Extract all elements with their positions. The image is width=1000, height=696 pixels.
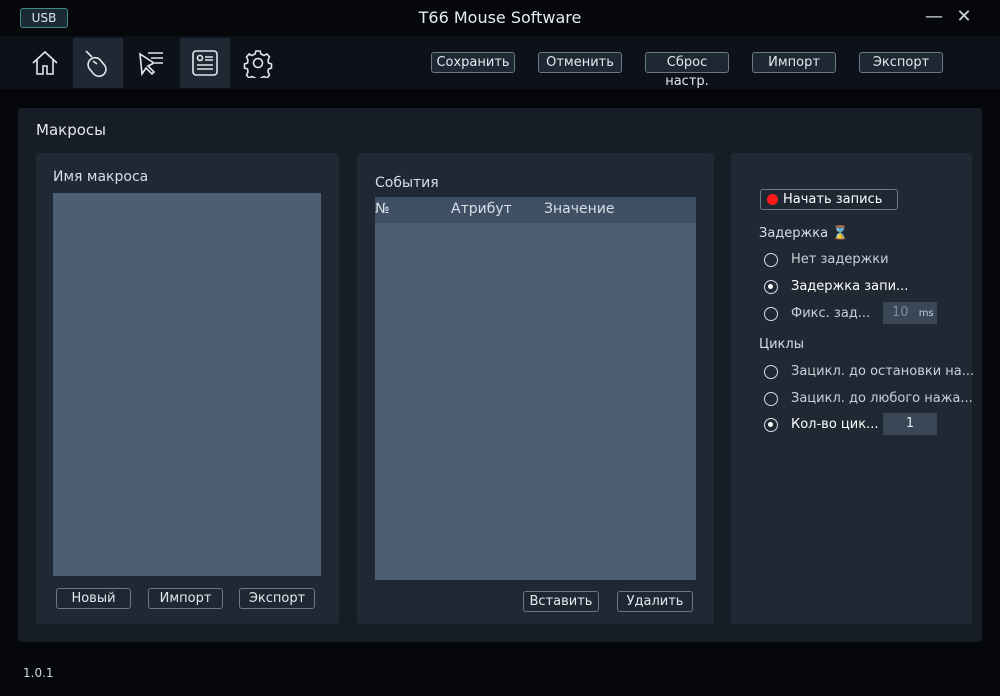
radio-icon [764, 252, 778, 267]
delay-option-none[interactable]: Нет задержки [764, 252, 889, 267]
col-value: Значение [544, 201, 615, 217]
cancel-button[interactable]: Отменить [538, 52, 622, 73]
start-record-button[interactable]: Начать запись [760, 189, 898, 210]
delete-button[interactable]: Удалить [617, 591, 693, 612]
close-button[interactable]: ✕ [952, 6, 976, 27]
version-label: 1.0.1 [23, 666, 54, 680]
delay-title-label: Задержка [759, 226, 829, 241]
col-number: № [375, 201, 390, 217]
radio-icon [764, 391, 778, 406]
nav-pointer[interactable] [126, 38, 176, 88]
radio-icon [764, 364, 778, 379]
events-title: События [375, 175, 439, 191]
cycle-option-until-stop[interactable]: Зацикл. до остановки на... [764, 364, 974, 379]
delay-option-fixed[interactable]: Фикс. зад... [764, 306, 870, 321]
radio-selected-icon [764, 279, 778, 294]
nav-macro[interactable] [180, 38, 230, 88]
events-table[interactable] [375, 197, 696, 580]
option-label: Фикс. зад... [791, 306, 871, 321]
nav-home[interactable] [20, 38, 70, 88]
delay-option-recorded[interactable]: Задержка запи... [764, 279, 908, 294]
radio-icon [764, 306, 778, 321]
col-attribute: Атрибут [451, 201, 512, 217]
record-panel [731, 153, 972, 624]
events-table-header: № Атрибут Значение [375, 197, 696, 223]
cycles-title: Циклы [759, 337, 804, 352]
option-label: Нет задержки [791, 252, 889, 267]
gear-icon [243, 50, 273, 78]
window-title: T66 Mouse Software [418, 8, 582, 27]
new-macro-button[interactable]: Новый [56, 588, 131, 609]
nav-mouse[interactable] [73, 38, 123, 88]
record-dot-icon [767, 194, 778, 205]
option-label: Зацикл. до остановки на... [791, 364, 975, 379]
radio-selected-icon [764, 417, 778, 432]
cycle-option-until-any-key[interactable]: Зацикл. до любого нажа... [764, 391, 973, 406]
hourglass-icon: ⌛ [832, 226, 849, 241]
nav-settings[interactable] [233, 38, 283, 88]
delay-unit: ms [918, 308, 934, 319]
macro-list-icon [192, 50, 218, 76]
fixed-delay-value: 10 [892, 305, 909, 320]
save-button[interactable]: Сохранить [431, 52, 515, 73]
import-button[interactable]: Импорт [752, 52, 836, 73]
macro-name-title: Имя макроса [53, 169, 149, 185]
cursor-list-icon [139, 52, 163, 77]
option-label: Кол-во цик... [791, 417, 879, 432]
cycle-count-input[interactable]: 1 [883, 413, 937, 435]
start-record-label: Начать запись [783, 192, 883, 207]
mouse-icon [85, 50, 107, 78]
section-title: Макросы [36, 121, 106, 139]
home-icon [32, 50, 58, 75]
option-label: Задержка запи... [791, 279, 909, 294]
minimize-button[interactable]: — [922, 6, 946, 27]
export-button[interactable]: Экспорт [859, 52, 943, 73]
macro-list[interactable] [53, 193, 321, 576]
delay-title: Задержка ⌛ [759, 226, 848, 241]
export-macro-button[interactable]: Экспорт [239, 588, 315, 609]
fixed-delay-input[interactable]: 10 ms [883, 302, 937, 324]
cycle-option-count[interactable]: Кол-во цик... [764, 417, 878, 432]
reset-button[interactable]: Сброс настр. [645, 52, 729, 89]
insert-button[interactable]: Вставить [523, 591, 599, 612]
import-macro-button[interactable]: Импорт [148, 588, 223, 609]
option-label: Зацикл. до любого нажа... [791, 391, 973, 406]
